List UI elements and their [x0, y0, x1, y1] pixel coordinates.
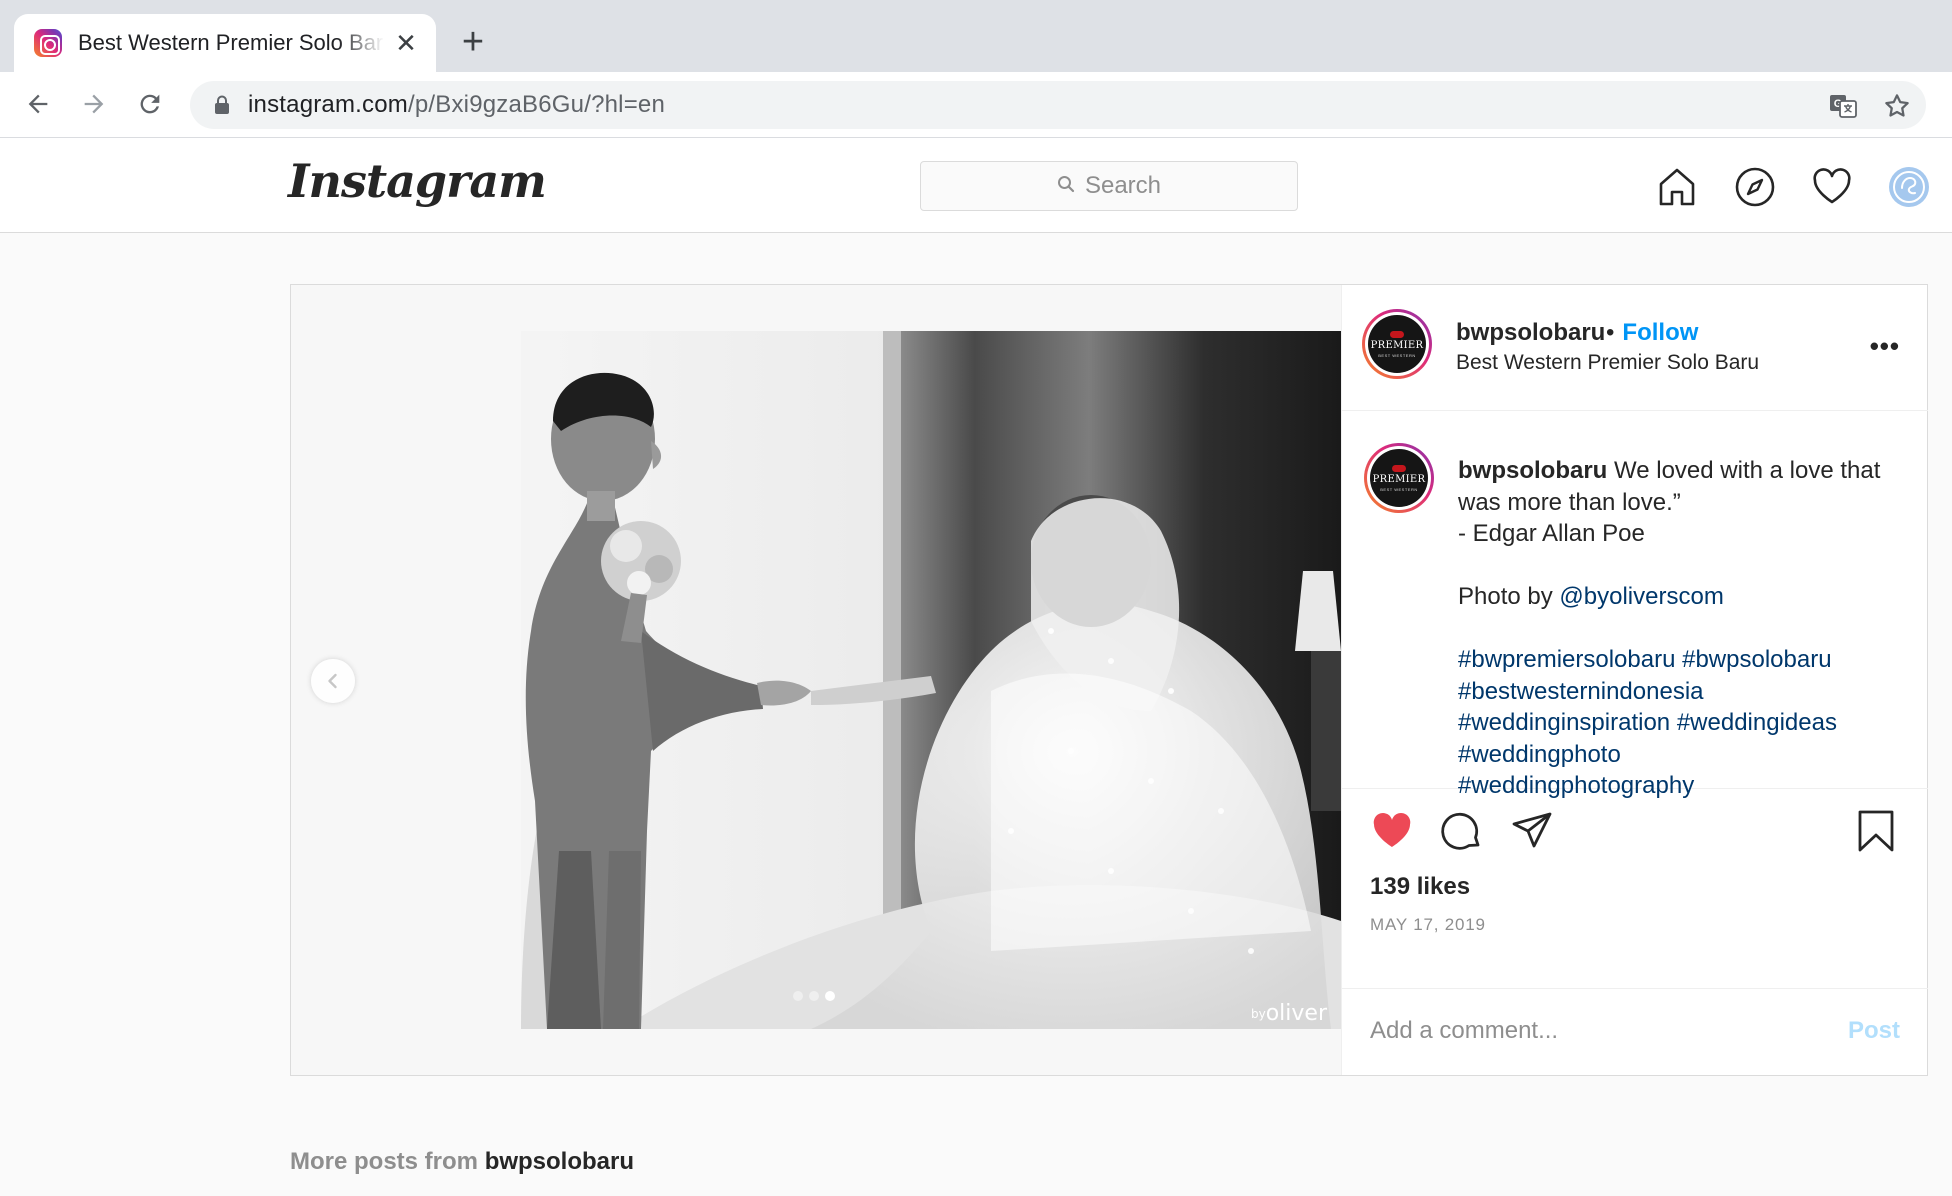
url-text: instagram.com/p/Bxi9gzaB6Gu/?hl=en: [248, 91, 666, 118]
follow-group: • Follow: [1606, 319, 1699, 346]
post-header: PREMIER BEST WESTERN bwpsolobaru • Follow…: [1342, 285, 1928, 411]
caption-area: PREMIER BEST WESTERN bwpsolobaru We love…: [1342, 411, 1928, 799]
carousel-prev-button[interactable]: [311, 659, 355, 703]
hashtag-link[interactable]: #bestwesternindonesia: [1458, 676, 1908, 708]
chevron-left-icon: [328, 673, 337, 689]
search-icon: [1057, 175, 1075, 198]
forward-arrow-icon[interactable]: [76, 86, 112, 122]
heart-icon[interactable]: [1811, 166, 1853, 208]
caption-username[interactable]: bwpsolobaru: [1458, 457, 1607, 484]
carousel-dot: [809, 991, 819, 1001]
search-input[interactable]: Search: [920, 161, 1298, 211]
bookmark-icon[interactable]: [1854, 809, 1898, 853]
hashtag-link[interactable]: #bwpremiersolobaru #bwpsolobaru: [1458, 644, 1908, 676]
wedding-photo: [291, 331, 1341, 1029]
post-comment-button[interactable]: Post: [1848, 1017, 1900, 1045]
share-icon[interactable]: [1510, 809, 1554, 853]
explore-icon[interactable]: [1734, 166, 1776, 208]
profile-avatar-icon[interactable]: [1888, 166, 1930, 208]
home-icon[interactable]: [1656, 166, 1698, 208]
reload-icon[interactable]: [132, 86, 168, 122]
carousel-indicator: [793, 991, 835, 1001]
comment-form: Post: [1342, 989, 1928, 1075]
avatar[interactable]: PREMIER BEST WESTERN: [1362, 309, 1432, 379]
photo-watermark: byoliver: [1250, 1001, 1327, 1026]
comment-input[interactable]: [1370, 1013, 1810, 1049]
carousel-dot: [793, 991, 803, 1001]
comment-icon[interactable]: [1440, 809, 1484, 853]
address-bar[interactable]: instagram.com/p/Bxi9gzaB6Gu/?hl=en G: [190, 81, 1926, 129]
like-filled-icon[interactable]: [1370, 809, 1414, 853]
follow-button[interactable]: Follow: [1622, 319, 1698, 346]
post-date[interactable]: MAY 17, 2019: [1370, 915, 1486, 935]
post-sidebar: PREMIER BEST WESTERN bwpsolobaru • Follow…: [1341, 285, 1928, 1075]
more-posts-heading: More posts from bwpsolobaru: [290, 1148, 635, 1175]
likes-count[interactable]: 139 likes: [1370, 873, 1470, 901]
post-caption: bwpsolobaru We loved with a love that wa…: [1458, 455, 1908, 802]
back-arrow-icon[interactable]: [20, 86, 56, 122]
more-posts-username[interactable]: bwpsolobaru: [485, 1148, 634, 1175]
post-card: byoliver PREMIER BEST WESTERN bwpsolobar…: [290, 284, 1928, 1076]
browser-tab[interactable]: Best Western Premier Solo Baru | Instagr…: [14, 14, 436, 72]
carousel-dot-active: [825, 991, 835, 1001]
star-icon[interactable]: [1882, 91, 1912, 121]
avatar-sub: BEST WESTERN: [1378, 352, 1416, 358]
translate-icon[interactable]: G: [1828, 91, 1858, 121]
browser-toolbar: instagram.com/p/Bxi9gzaB6Gu/?hl=en G: [0, 72, 1952, 138]
caption-avatar[interactable]: PREMIER BEST WESTERN: [1364, 443, 1434, 513]
avatar-brand: PREMIER: [1370, 339, 1424, 351]
hashtag-link[interactable]: #weddinginspiration #weddingideas: [1458, 707, 1908, 739]
photographer-mention-link[interactable]: @byoliverscom: [1559, 583, 1723, 610]
instagram-favicon-icon: [34, 29, 62, 57]
instagram-logo[interactable]: Instagram: [288, 154, 547, 208]
lock-icon: [214, 95, 230, 120]
new-tab-button[interactable]: +: [458, 22, 488, 62]
post-actions: 139 likes MAY 17, 2019: [1342, 789, 1928, 989]
post-location[interactable]: Best Western Premier Solo Baru: [1456, 351, 1759, 375]
more-options-icon[interactable]: •••: [1870, 331, 1900, 362]
post-username[interactable]: bwpsolobaru: [1456, 319, 1605, 347]
hashtag-link[interactable]: #weddingphoto: [1458, 739, 1908, 771]
photo-credit-prefix: Photo by: [1458, 583, 1560, 610]
caption-quote-author: - Edgar Allan Poe: [1458, 520, 1645, 547]
post-media[interactable]: byoliver: [291, 285, 1341, 1075]
tab-title: Best Western Premier Solo Baru | Instagr…: [78, 30, 384, 55]
instagram-header: Instagram Search: [0, 138, 1952, 233]
tab-close-icon[interactable]: ✕: [392, 29, 420, 57]
search-placeholder: Search: [1084, 172, 1162, 199]
browser-tab-bar: Best Western Premier Solo Baru | Instagr…: [0, 0, 1952, 72]
